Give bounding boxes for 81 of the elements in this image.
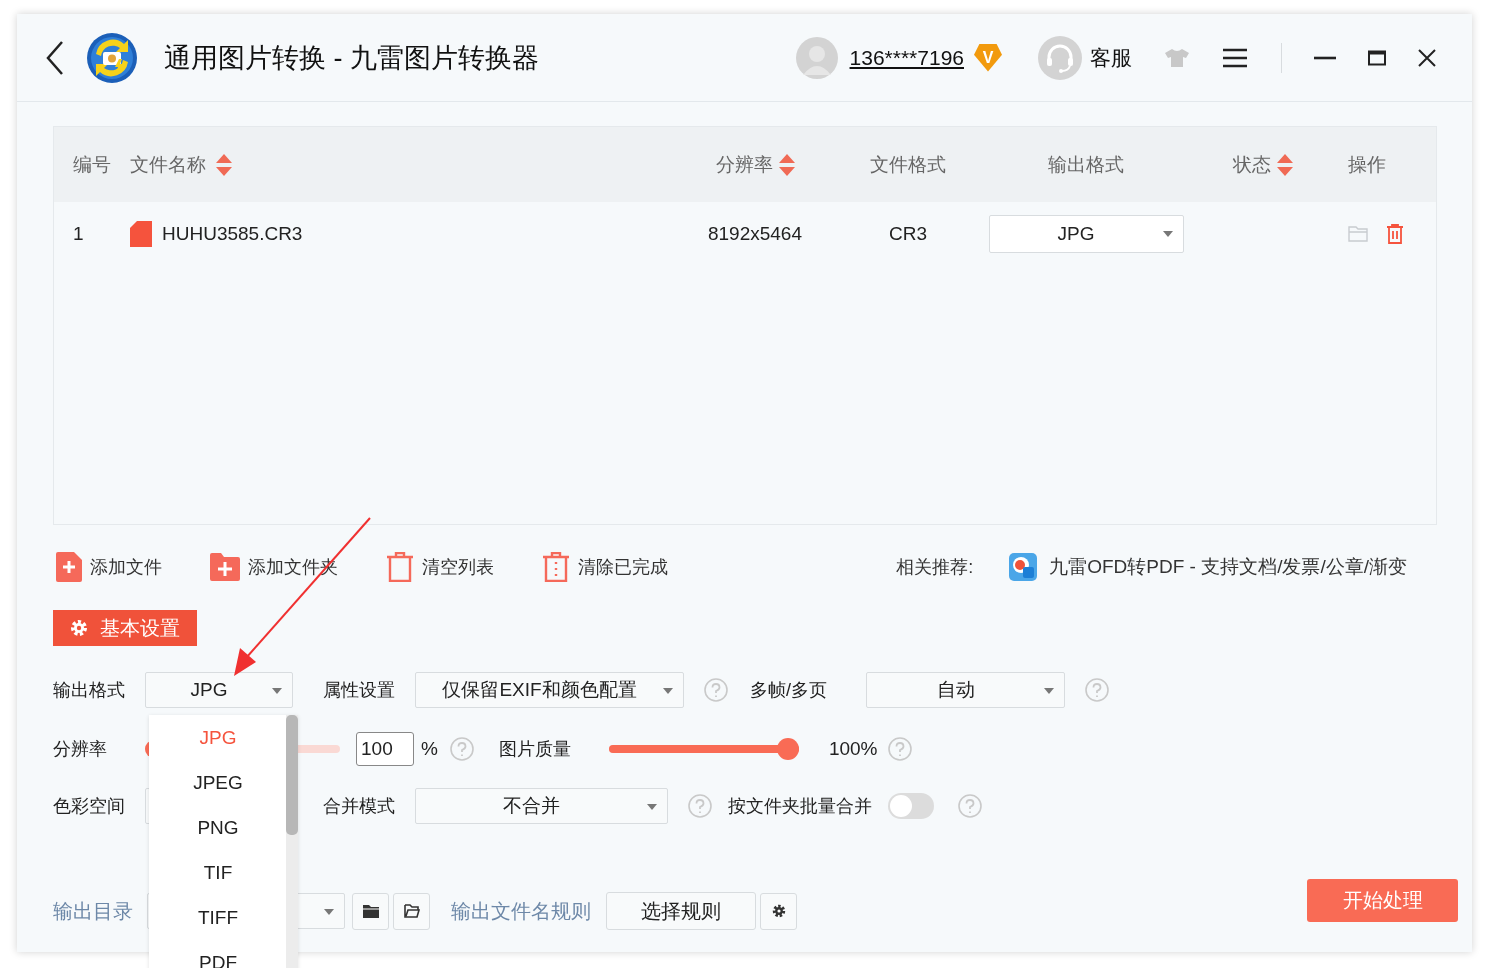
headset-icon[interactable] [1038,35,1082,80]
help-icon[interactable] [704,678,728,702]
column-header: 输出格式 [1048,152,1124,177]
help-icon[interactable] [688,794,712,818]
sort-icon[interactable] [778,153,795,176]
settings-icon [771,904,786,918]
field-label: 分辨率 [53,738,108,761]
merge-mode-select[interactable]: 不合并 [415,788,668,824]
dropdown-option[interactable]: TIF [149,850,287,895]
choose-rule-button[interactable]: 选择规则 [606,892,756,930]
app-logo-icon [86,31,138,84]
add-folder-icon [210,553,240,581]
support-label[interactable]: 客服 [1090,43,1132,72]
help-icon[interactable] [1085,678,1109,702]
add-file-icon [56,552,82,582]
dropdown-option[interactable]: TIFF [149,895,287,940]
help-icon[interactable] [887,737,912,761]
field-label: 输出格式 [53,679,126,702]
help-icon[interactable] [449,737,474,761]
rule-settings-button[interactable] [760,892,797,930]
attribute-select[interactable]: 仅保留EXIF和颜色配置 [415,672,684,708]
toolbar-button[interactable]: 清除已完成 [542,552,668,582]
sort-icon[interactable] [1277,153,1293,176]
window-title: 通用图片转换 - 九雷图片转换器 [164,41,539,75]
column-header: 编号 [73,152,111,177]
table-cell: 1 [73,223,84,245]
unit-label: % [421,738,438,760]
account-link[interactable]: 136****7196 [849,45,964,70]
sort-icon[interactable] [216,153,232,176]
toolbar-button[interactable]: 添加文件 [56,552,162,582]
file-icon [130,221,152,247]
user-avatar-icon[interactable] [795,36,838,79]
close-icon[interactable] [1418,48,1436,67]
dropdown-option[interactable]: PNG [149,805,287,850]
field-label: 输出目录 [53,898,134,924]
multi-frame-select[interactable]: 自动 [866,672,1065,708]
open-folder-icon [403,904,420,918]
recommend-label: 相关推荐: [896,556,974,579]
file-name: HUHU3585.CR3 [162,223,303,245]
delete-icon[interactable] [1386,224,1404,244]
quality-slider[interactable] [608,738,799,760]
field-label: 多帧/多页 [750,679,828,702]
back-icon[interactable] [45,39,65,76]
column-header: 操作 [1348,152,1386,177]
field-label: 输出文件名规则 [451,898,591,924]
folder-icon[interactable] [1348,225,1368,243]
column-header[interactable]: 分辨率 [715,151,773,178]
app-icon[interactable] [1009,553,1038,581]
menu-icon[interactable] [1222,47,1248,68]
table-cell: CR3 [889,223,927,245]
vip-badge: V [974,43,1002,72]
output-format-select[interactable]: JPG [988,215,1184,253]
resolution-input[interactable]: 100 [356,732,414,766]
table-cell: 8192x5464 [707,223,802,245]
toolbar-button[interactable]: 清空列表 [386,552,494,582]
help-icon[interactable] [958,794,982,818]
toggle-switch[interactable] [888,793,934,819]
recommend-link[interactable]: 九雷OFD转PDF - 支持文档/发票/公章/渐变 [1049,554,1407,580]
column-header: 文件格式 [870,152,946,177]
folder-button[interactable] [352,892,389,930]
field-label: 色彩空间 [53,795,126,818]
dropdown-option[interactable]: PDF [149,940,287,968]
dropdown-option[interactable]: JPEG [149,760,287,805]
scrollbar[interactable] [286,715,298,968]
field-label: 按文件夹批量合并 [728,795,873,818]
shirt-icon[interactable] [1164,47,1190,68]
folder-icon [362,904,379,918]
minimize-icon[interactable] [1314,55,1336,60]
quality-reading: 100% [828,738,878,760]
gear-icon [70,619,88,637]
column-header[interactable]: 文件名称 [130,151,206,178]
maximize-icon[interactable] [1368,49,1386,66]
open-folder-button[interactable] [393,892,430,930]
output-format-select[interactable]: JPG [145,672,293,708]
trash-icon [542,552,570,582]
field-label: 属性设置 [323,679,396,702]
basic-settings-tab[interactable]: 基本设置 [53,610,197,646]
trash-icon [386,552,414,582]
field-label: 合并模式 [323,795,396,818]
column-header[interactable]: 状态 [1233,151,1271,178]
field-label: 图片质量 [498,738,572,761]
